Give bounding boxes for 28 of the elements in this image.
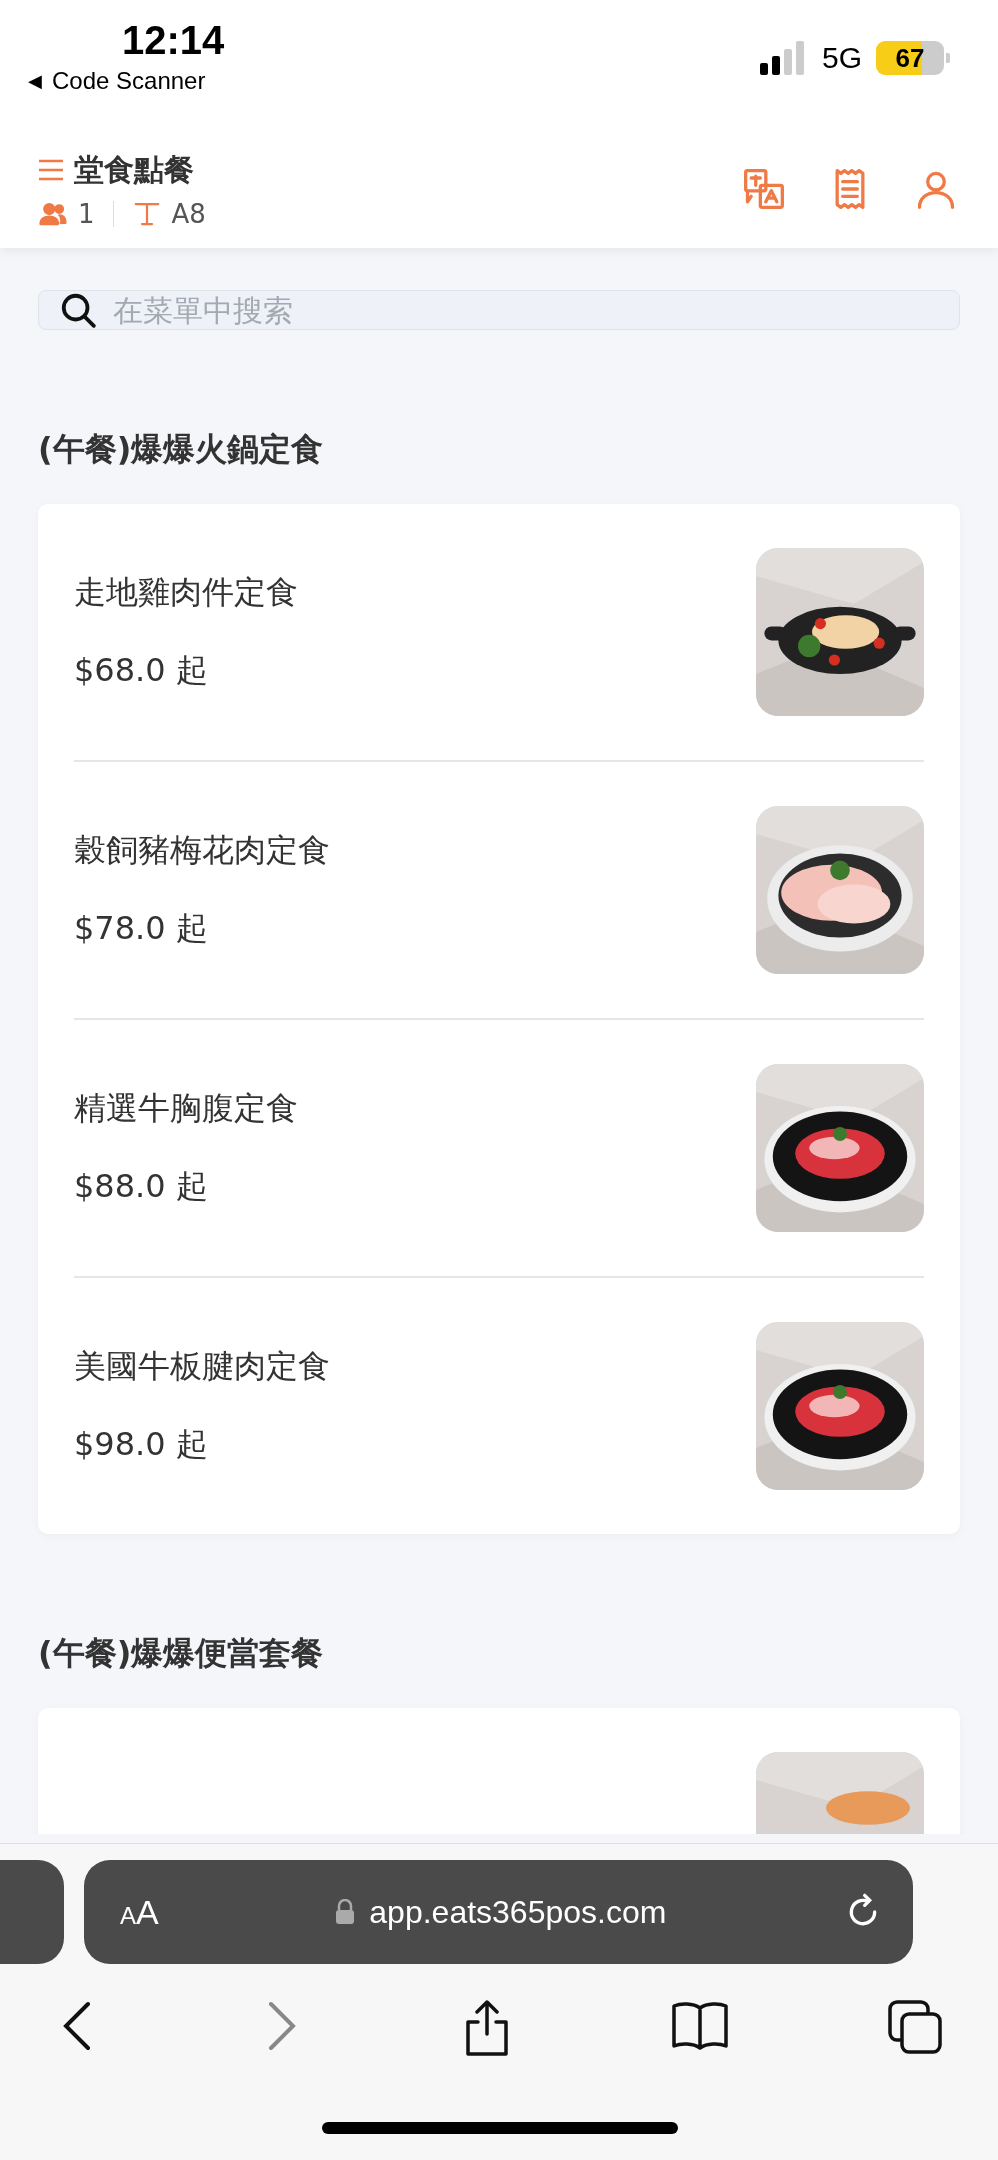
back-to-app-link[interactable]: ◀ Code Scanner <box>28 67 225 95</box>
tabs-icon <box>888 2000 942 2054</box>
address-bar[interactable]: AA app.eats365pos.com <box>84 1860 913 1964</box>
tabs-button[interactable] <box>888 2000 942 2056</box>
clock-time: 12:14 <box>122 18 225 63</box>
previous-tab[interactable] <box>0 1860 64 1964</box>
item-name: 精選牛胸腹定食 <box>74 1088 298 1129</box>
section-title: (午餐)爆爆火鍋定食 <box>38 429 325 470</box>
item-price: $88.0 起 <box>74 1166 209 1207</box>
section-title: (午餐)爆爆便當套餐 <box>38 1633 325 1674</box>
network-label: 5G <box>821 41 862 75</box>
item-name: 穀飼豬梅花肉定食 <box>74 830 330 871</box>
item-price: $98.0 起 <box>74 1424 209 1465</box>
text-size-button[interactable]: AA <box>120 1892 159 1932</box>
menu-icon[interactable] <box>38 158 64 182</box>
lock-icon <box>335 1899 356 1925</box>
search-icon <box>59 291 97 329</box>
book-icon <box>671 2000 729 2050</box>
url-text: app.eats365pos.com <box>369 1893 667 1931</box>
page-title: 堂食點餐 <box>74 150 194 189</box>
translate-icon <box>742 167 786 211</box>
translate-button[interactable] <box>742 167 786 211</box>
item-name: 美國牛板腱肉定食 <box>74 1346 330 1387</box>
item-price: $68.0 起 <box>74 650 209 691</box>
table-number: A8 <box>171 198 206 229</box>
guest-count: 1 <box>78 198 95 229</box>
item-name: 走地雞肉件定食 <box>74 572 298 613</box>
item-price: $78.0 起 <box>74 908 209 949</box>
